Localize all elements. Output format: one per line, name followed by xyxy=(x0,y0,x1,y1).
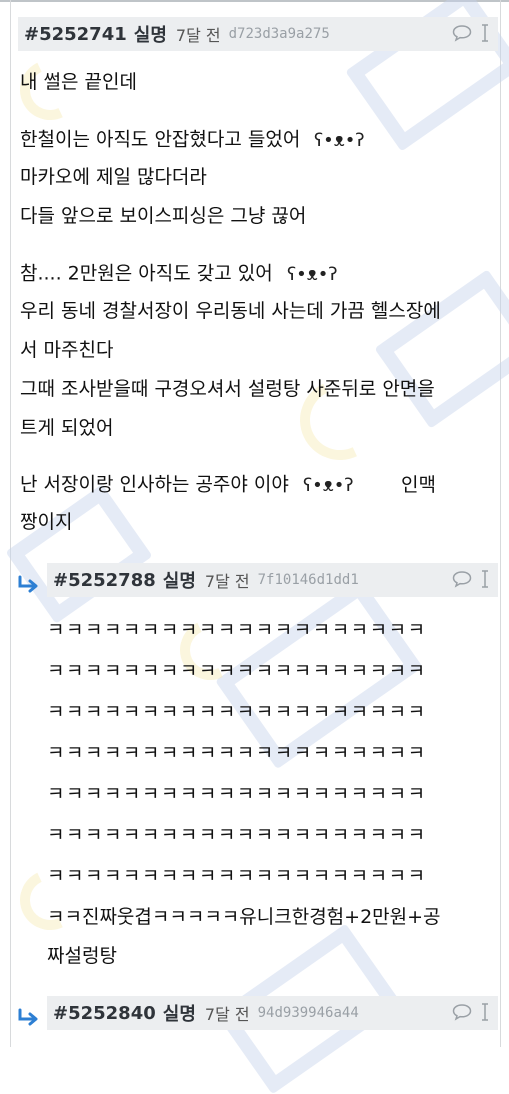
post-line: 난 서장이랑 인사하는 공주야 이야 xyxy=(20,473,289,496)
reply-actions xyxy=(452,569,490,593)
reply-author: 실명 xyxy=(162,571,196,592)
reply-line: 짜설렁탕 xyxy=(47,945,117,967)
post-line: 내 썰은 끝인데 xyxy=(20,71,137,93)
watermark-shape xyxy=(5,484,153,624)
post-line: 참.... 2만원은 아직도 갖고 있어 xyxy=(20,262,273,285)
reply-arrow-icon xyxy=(18,1008,38,1026)
reply-header: #5252788 실명 7달 전 7f10146d1dd1 xyxy=(47,563,498,597)
reply-actions xyxy=(452,1002,490,1026)
reply-line: ㅋㅋㅋㅋㅋㅋㅋㅋㅋㅋㅋㅋㅋㅋㅋㅋㅋㅋㅋㅋ xyxy=(47,619,427,641)
reply-line: ㅋㅋㅋㅋㅋㅋㅋㅋㅋㅋㅋㅋㅋㅋㅋㅋㅋㅋㅋㅋ xyxy=(47,742,427,764)
post-line: 다들 앞으로 보이스피싱은 그냥 끊어 xyxy=(20,205,307,227)
post-header: #5252741 실명 7달 전 d723d3a9a275 xyxy=(18,17,498,51)
post-author: 실명 xyxy=(133,25,167,46)
speech-bubble-icon[interactable] xyxy=(452,1003,472,1025)
post-number[interactable]: #5252741 xyxy=(24,24,127,45)
emoticon-icon: ʕ•ᴥ•ʔ xyxy=(303,475,354,496)
right-border xyxy=(500,0,501,1047)
speech-bubble-icon[interactable] xyxy=(452,570,472,592)
emoticon-icon: ʕ•ᴥ•ʔ xyxy=(287,264,338,285)
post-line: 서 마주친다 xyxy=(20,339,114,361)
post-line: 트게 되었어 xyxy=(20,417,114,439)
post-hash: d723d3a9a275 xyxy=(228,26,330,42)
reply-hash: 7f10146d1dd1 xyxy=(257,572,359,588)
speech-bubble-icon[interactable] xyxy=(452,24,472,46)
reply-line: ㅋㅋㅋㅋㅋㅋㅋㅋㅋㅋㅋㅋㅋㅋㅋㅋㅋㅋㅋㅋ xyxy=(47,701,427,723)
top-border xyxy=(0,0,509,2)
text-cursor-icon[interactable] xyxy=(480,1002,490,1026)
reply-author: 실명 xyxy=(162,1004,196,1025)
reply-line: ㅋㅋㅋㅋㅋㅋㅋㅋㅋㅋㅋㅋㅋㅋㅋㅋㅋㅋㅋㅋ xyxy=(47,783,427,805)
reply-number[interactable]: #5252840 xyxy=(53,1003,156,1024)
post-actions xyxy=(452,23,490,47)
post-line-with-emoticon: 한철이는 아직도 안잡혔다고 들었어 ʕ•ᴥ•ʔ xyxy=(20,126,402,154)
reply-hash: 94d939946a44 xyxy=(257,1005,359,1021)
post-line: 그때 조사받을때 구경오셔서 설렁탕 사준뒤로 안면을 xyxy=(20,378,435,400)
reply-time: 7달 전 xyxy=(204,572,250,591)
emoticon-icon: ʕ•ᴥ•ʔ xyxy=(314,130,365,151)
post-line-with-emoticon: 참.... 2만원은 아직도 갖고 있어 ʕ•ᴥ•ʔ xyxy=(20,260,375,288)
post-line: 한철이는 아직도 안잡혔다고 들었어 xyxy=(20,128,301,151)
post-time: 7달 전 xyxy=(175,26,221,45)
text-cursor-icon[interactable] xyxy=(480,23,490,47)
reply-header: #5252840 실명 7달 전 94d939946a44 xyxy=(47,996,498,1030)
post-line: 마카오에 제일 많다더라 xyxy=(20,166,207,188)
post-line: 우리 동네 경찰서장이 우리동네 사는데 가끔 헬스장에 xyxy=(20,300,441,322)
svg-text:ʕ•ᴥ•ʔ: ʕ•ᴥ•ʔ xyxy=(314,130,365,151)
reply-arrow-icon xyxy=(18,575,38,593)
watermark-shape xyxy=(374,269,509,429)
reply-line: ㅋㅋㅋㅋㅋㅋㅋㅋㅋㅋㅋㅋㅋㅋㅋㅋㅋㅋㅋㅋ xyxy=(47,865,427,887)
svg-text:ʕ•ᴥ•ʔ: ʕ•ᴥ•ʔ xyxy=(287,264,338,285)
reply-line: ㅋㅋㅋㅋㅋㅋㅋㅋㅋㅋㅋㅋㅋㅋㅋㅋㅋㅋㅋㅋ xyxy=(47,660,427,682)
post-line: 짱이지 xyxy=(20,511,73,533)
left-border xyxy=(10,0,11,1047)
reply-line: ㅋㅋ진짜웃겹ㅋㅋㅋㅋㅋ유니크한경험+2만원+공 xyxy=(47,906,441,928)
reply-line: ㅋㅋㅋㅋㅋㅋㅋㅋㅋㅋㅋㅋㅋㅋㅋㅋㅋㅋㅋㅋ xyxy=(47,824,427,846)
post-inline-text: 인맥 xyxy=(400,473,436,496)
post-line-with-emoticon: 난 서장이랑 인사하는 공주야 이야 ʕ•ᴥ•ʔ 인맥 xyxy=(20,471,436,499)
reply-number[interactable]: #5252788 xyxy=(53,570,156,591)
text-cursor-icon[interactable] xyxy=(480,569,490,593)
reply-time: 7달 전 xyxy=(204,1005,250,1024)
svg-text:ʕ•ᴥ•ʔ: ʕ•ᴥ•ʔ xyxy=(303,475,354,496)
